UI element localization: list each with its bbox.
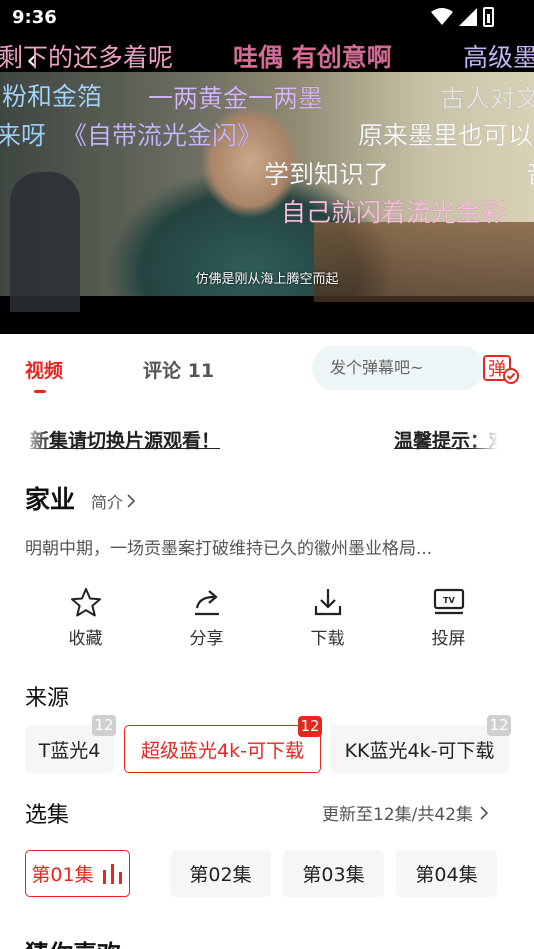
episode-name: 第04集 [415,864,478,886]
source-item[interactable]: KK蓝光4k-可下载 12 [330,715,511,773]
source-name: T蓝光4 [38,739,101,762]
download-icon [314,589,341,616]
status-time: 9:36 [12,7,57,28]
danmu-comment: 哇偶 有创意啊 [233,43,392,73]
danmu-comment: 高级墨 [463,43,534,73]
video-subtitle: 仿佛是刚从海上腾空而起 [195,272,339,287]
recommend-section-title: 猜你喜欢 [25,934,121,949]
danmu-comment: 剩下的还多着呢 [0,43,174,73]
episode-name: 第02集 [189,864,252,886]
episode-list: 第01集 第02集 第03集 第04集 [25,850,509,898]
danmu-comment: 来呀 [0,121,47,151]
episode-name: 第01集 [31,864,94,886]
download-button[interactable]: 下载 [267,586,388,650]
show-description: 明朝中期，一场贡墨案打破维持已久的徽州墨业格局... [25,539,433,559]
danmu-toggle-icon[interactable]: 弹 [482,352,520,386]
episodes-update-link[interactable]: 更新至12集/共42集 [322,800,489,825]
signal-icon [459,8,477,26]
tab-video[interactable]: 视频 [25,356,63,383]
episode-item-selected[interactable]: 第01集 [25,850,130,897]
source-item[interactable]: T蓝光4 12 [25,715,116,773]
action-label: 收藏 [68,629,103,649]
episode-item[interactable]: 第04集 [396,850,497,897]
tab-active-indicator [34,390,46,393]
notice-marquee: 新集请切换片源观看！ 温馨提示：欢 [0,424,534,454]
danmu-comment: 自己就闪着流光金彩 [281,198,507,228]
share-icon [194,590,219,616]
chevron-right-icon [480,805,489,820]
playing-bars-icon [102,863,122,884]
episode-count-badge: 12 [487,715,511,736]
episode-count-badge: 12 [92,715,116,736]
danmu-comment: 音 [526,155,534,191]
tv-cast-icon: TV [433,588,464,615]
tab-comments[interactable]: 评论 11 [143,356,214,383]
source-item-selected[interactable]: 超级蓝光4k-可下载 12 [124,716,322,773]
source-list: T蓝光4 12 超级蓝光4k-可下载 12 KK蓝光4k-可下载 12 [25,715,534,773]
video-table [314,222,534,302]
chevron-right-icon [127,494,136,508]
episode-item[interactable]: 第03集 [283,850,384,897]
episode-item[interactable]: 第02集 [170,850,271,897]
wifi-icon [431,8,453,25]
share-button[interactable]: 分享 [146,586,267,650]
cast-button[interactable]: TV 投屏 [388,586,509,650]
detail-tabs: 视频 评论 11 发个弹幕吧~ 弹 [0,334,534,402]
show-title: 家业 [25,485,76,514]
action-bar: 收藏 分享 下载 TV 投屏 [25,586,509,650]
episode-name: 第03集 [302,864,365,886]
episode-count-badge: 12 [298,716,322,737]
favorite-button[interactable]: 收藏 [25,586,146,650]
action-label: 下载 [310,629,345,649]
danmu-input[interactable]: 发个弹幕吧~ [312,346,484,390]
notice-fade-right [470,424,510,454]
action-label: 分享 [189,629,224,649]
episodes-update-text: 更新至12集/共42集 [322,805,473,825]
danmu-comment: 原来墨里也可以 [358,121,534,151]
svg-text:TV: TV [443,596,455,605]
video-player[interactable]: 9:36 ‹ 剩下的还多着呢 哇偶 有创意啊 高级墨 粉和金箔 一两黄金一两墨 … [0,0,534,334]
source-section-title: 来源 [25,686,70,711]
intro-link[interactable]: 简介 [91,489,136,513]
notice-fade-left [20,424,50,454]
battery-icon [483,7,494,27]
star-icon [70,588,101,617]
notice-text: 新集请切换片源观看！ [30,430,221,452]
video-figure-left [10,172,80,312]
danmu-comment: 学到知识了 [264,160,390,190]
danmu-comment: 古人对文 [440,84,534,114]
danmu-comment: 《自带流光金闪》 [62,121,263,151]
danmu-comment: 粉和金箔 [2,82,103,112]
source-name: 超级蓝光4k-可下载 [141,739,304,762]
danmu-comment: 一两黄金一两墨 [148,84,324,114]
action-label: 投屏 [431,629,466,649]
status-bar: 9:36 [0,0,534,38]
intro-label: 简介 [91,493,124,512]
episodes-section-title: 选集 [25,803,70,828]
source-name: KK蓝光4k-可下载 [344,739,495,762]
